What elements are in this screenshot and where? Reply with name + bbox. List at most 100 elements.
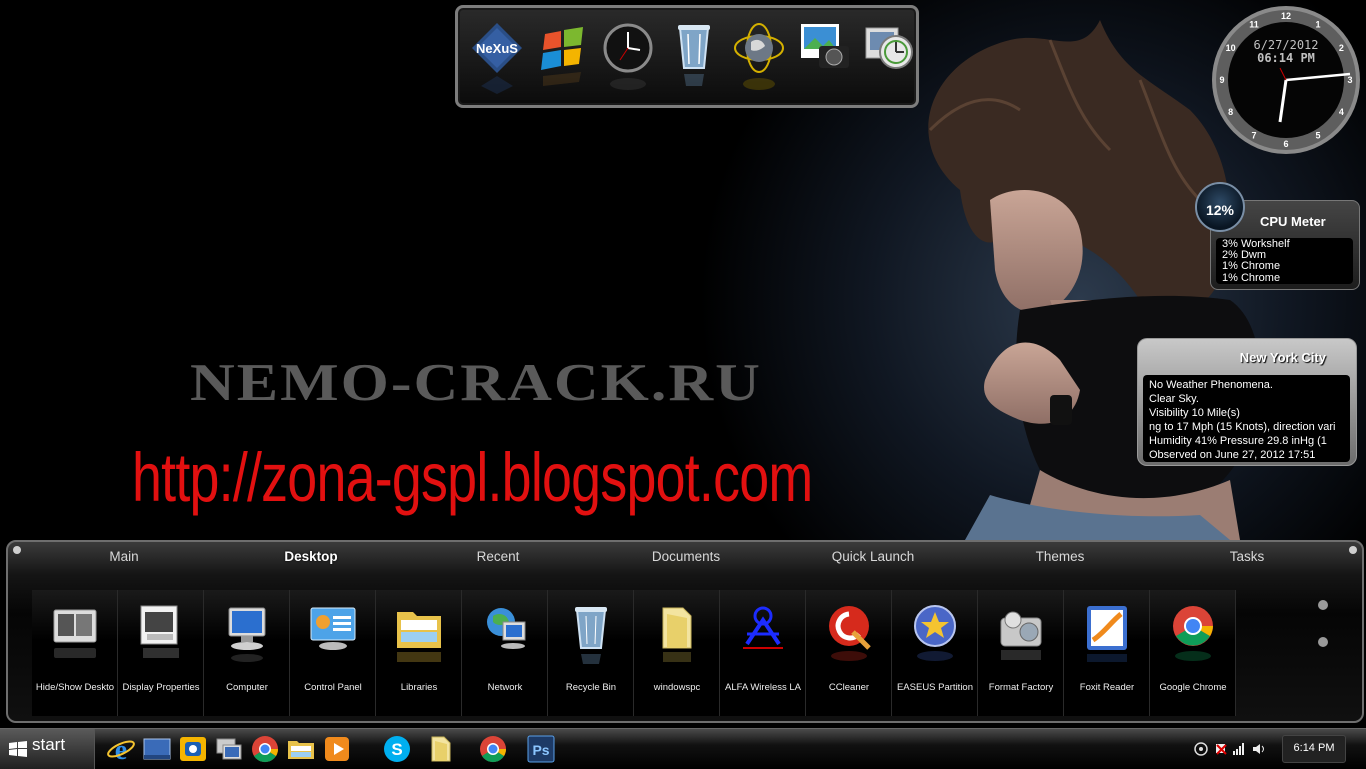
dock-item-google-chrome[interactable]: Google Chrome [1150,590,1236,716]
svg-text:S: S [391,740,402,759]
svg-text:e: e [115,735,127,764]
dock-item-label: Computer [226,682,268,693]
cpu-process-list: 3% Workshelf 2% Dwm 1% Chrome 1% Chrome [1216,238,1353,284]
dock-item-shelf: Hide/Show Deskto Display Properties Comp… [32,590,1236,716]
dock-item-display-properties[interactable]: Display Properties [118,590,204,716]
signal-icon[interactable] [1232,742,1246,756]
flag-icon[interactable] [1214,742,1228,756]
volume-icon[interactable] [1252,742,1266,756]
clock-numeral: 8 [1228,107,1233,117]
windows-logo-icon [9,741,27,757]
taskbar: start e S Ps 6:14 PM [0,728,1366,769]
explorer-icon[interactable] [286,734,316,764]
chrome-icon [1173,606,1213,661]
outlook-icon[interactable] [178,734,208,764]
switch-windows-icon[interactable] [214,734,244,764]
clock-gadget[interactable]: 12 1 2 3 4 5 6 7 8 9 10 11 6/27/2012 06:14 PM [1210,4,1362,156]
dock-item-label: Recycle Bin [565,682,617,693]
foxit-reader-icon [1087,606,1127,662]
dock-item-label: EASEUS Partition [896,682,974,693]
svg-text:NeXuS: NeXuS [476,41,518,56]
media-player-icon[interactable] [322,734,352,764]
top-dock: NeXuS [455,5,919,108]
weather-line: Humidity 41% Pressure 29.8 inHg (1 [1149,435,1327,447]
cpu-meter-gadget[interactable]: 12% CPU Meter 3% Workshelf 2% Dwm 1% Chr… [1192,182,1362,292]
weather-line: Clear Sky. [1149,393,1199,405]
clock-numeral: 7 [1251,130,1256,140]
tab-tasks[interactable]: Tasks [1230,549,1265,564]
dock-item-label: Display Properties [122,682,200,693]
main-dock: Main Desktop Recent Documents Quick Laun… [6,540,1364,723]
clock-time: 06:14 PM [1257,51,1315,65]
dock-item-network[interactable]: Network [462,590,548,716]
dock-item-format-factory[interactable]: Format Factory [978,590,1064,716]
folder-icon[interactable] [426,734,456,764]
tab-documents[interactable]: Documents [652,549,720,564]
dock-item-alfa-wireless[interactable]: ALFA Wireless LA [720,590,806,716]
dock-item-label: windowspc [653,682,701,693]
camera-photo-icon[interactable] [797,20,853,95]
cpu-percent: 12% [1205,202,1235,218]
dock-item-foxit-reader[interactable]: Foxit Reader [1064,590,1150,716]
start-label: start [32,735,66,754]
dock-item-label: Network [487,682,523,693]
tray-clock[interactable]: 6:14 PM [1282,735,1346,763]
photoshop-label: Ps [532,742,549,758]
network-icon [487,608,526,649]
desktop-toggle-icon [53,609,97,658]
tab-recent[interactable]: Recent [477,549,520,564]
dock-item-label: Format Factory [988,682,1054,693]
photoshop-icon[interactable]: Ps [526,734,556,764]
dock-item-control-panel[interactable]: Control Panel [290,590,376,716]
dock-item-windowspc[interactable]: windowspc [634,590,720,716]
dock-item-computer[interactable]: Computer [204,590,290,716]
tab-themes[interactable]: Themes [1036,549,1085,564]
dock-item-label: CCleaner [828,682,870,693]
weather-details: No Weather Phenomena. Clear Sky. Visibil… [1143,375,1350,462]
weather-gadget[interactable]: New York City No Weather Phenomena. Clea… [1137,338,1357,466]
clock-numeral: 4 [1339,107,1344,117]
alfa-wireless-icon [743,606,783,649]
dock-item-label: Control Panel [304,682,362,693]
windows-logo-icon[interactable] [535,20,591,95]
chrome-icon[interactable] [250,734,280,764]
clock-icon[interactable] [600,20,656,95]
recycle-bin-icon[interactable] [666,20,722,95]
dock-item-label: Foxit Reader [1079,682,1135,693]
ie-icon[interactable]: e [106,734,136,764]
dock-item-ccleaner[interactable]: CCleaner [806,590,892,716]
dock-item-easeus-partition[interactable]: EASEUS Partition [892,590,978,716]
dock-item-hide-show-desktop[interactable]: Hide/Show Deskto [32,590,118,716]
clock-face: 121234567891011 [1212,6,1360,154]
dock-scroll-down[interactable] [1318,637,1328,647]
dock-scroll-up[interactable] [1318,600,1328,610]
tray-clock-time: 6:14 PM [1293,742,1335,754]
weather-line: ng to 17 Mph (15 Knots), direction vari [1149,421,1336,433]
format-factory-icon [1000,611,1042,660]
dock-item-libraries[interactable]: Libraries [376,590,462,716]
easeus-partition-icon [914,605,956,661]
blog-url-text: http://zona-gspl.blogspot.com [132,439,813,516]
weather-line: Visibility 10 Mile(s) [1149,407,1240,419]
clock-numeral: 5 [1315,130,1320,140]
stopwatch-icon[interactable] [862,20,918,95]
skype-icon[interactable]: S [382,734,412,764]
show-desktop-icon[interactable] [142,734,172,764]
control-panel-icon [310,607,356,650]
nexus-icon[interactable]: NeXuS [469,20,525,95]
chrome-icon[interactable] [478,734,508,764]
cpu-process-item: 1% Chrome [1222,271,1281,284]
start-button[interactable]: start [0,729,95,769]
dock-item-label: Google Chrome [1159,682,1227,693]
dock-item-recycle-bin[interactable]: Recycle Bin [548,590,634,716]
globe-icon[interactable] [731,20,787,95]
tab-main[interactable]: Main [109,549,138,564]
tab-desktop[interactable]: Desktop [284,549,337,564]
display-properties-icon [140,605,179,658]
tab-quick-launch[interactable]: Quick Launch [832,549,915,564]
shield-icon[interactable] [1194,742,1208,756]
cpu-meter-title: CPU Meter [1260,214,1326,229]
weather-line: No Weather Phenomena. [1149,379,1273,391]
clock-numeral: 3 [1347,75,1352,85]
recycle-bin-icon [575,607,607,664]
